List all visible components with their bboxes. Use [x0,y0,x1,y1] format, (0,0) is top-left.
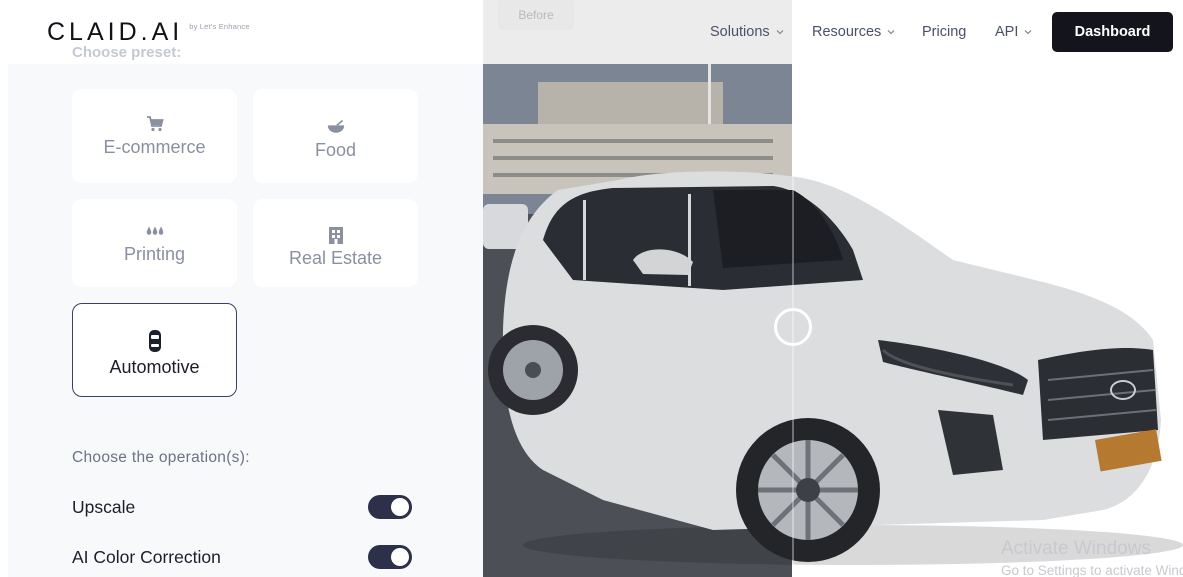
compare-divider [792,0,794,577]
preset-real-estate[interactable]: Real Estate [253,199,418,287]
operation-upscale-label: Upscale [72,496,136,517]
ink-drops-icon [146,222,164,240]
preset-food-label: Food [314,139,357,160]
compare-slider-handle[interactable] [774,308,812,346]
dashboard-button[interactable]: Dashboard [1052,12,1173,52]
nav-resources-label: Resources [812,24,882,40]
upscale-toggle[interactable] [368,495,412,519]
watermark-subtitle: Go to Settings to activate Windows. [1001,563,1183,577]
nav-pricing-label: Pricing [922,24,967,40]
toggle-knob [391,548,409,566]
activate-windows-watermark: Activate Windows Go to Settings to activ… [1001,538,1183,577]
preset-food[interactable]: Food [253,89,418,183]
color-correction-toggle[interactable] [368,545,412,569]
chevron-down-icon [776,30,784,35]
before-after-compare[interactable]: Before [483,0,1183,577]
operation-upscale: Upscale [72,494,412,520]
building-icon [327,226,345,244]
nav-api-label: API [995,24,1019,40]
operation-color-correction: AI Color Correction [72,544,412,570]
nav-pricing[interactable]: Pricing [922,24,966,40]
operations-label: Choose the operation(s): [72,449,250,466]
preset-printing[interactable]: Printing [72,199,237,287]
logo-text: CLAID.AI [47,18,184,46]
car-image [488,171,1183,565]
cart-icon [146,115,164,133]
bowl-icon [327,118,345,136]
toggle-knob [391,498,409,516]
preset-ecommerce-label: E-commerce [103,136,206,157]
preset-ecommerce[interactable]: E-commerce [72,89,237,183]
preset-printing-label: Printing [123,243,186,264]
chevron-down-icon [887,30,895,35]
site-header: CLAID.AI by Let's Enhance Solutions Reso… [0,0,1183,64]
watermark-title: Activate Windows [1001,538,1151,559]
nav-resources[interactable]: Resources [812,24,897,40]
operation-color-correction-label: AI Color Correction [72,546,221,567]
nav-api[interactable]: API [995,24,1034,40]
car-icon [146,329,164,353]
nav-solutions[interactable]: Solutions [710,24,786,40]
logo[interactable]: CLAID.AI by Let's Enhance [47,18,250,46]
nav-solutions-label: Solutions [710,24,770,40]
logo-subtitle: by Let's Enhance [189,22,250,31]
preset-automotive[interactable]: Automotive [72,303,237,397]
preset-automotive-label: Automotive [109,356,200,377]
preset-real-estate-label: Real Estate [288,247,383,268]
chevron-down-icon [1024,30,1032,35]
